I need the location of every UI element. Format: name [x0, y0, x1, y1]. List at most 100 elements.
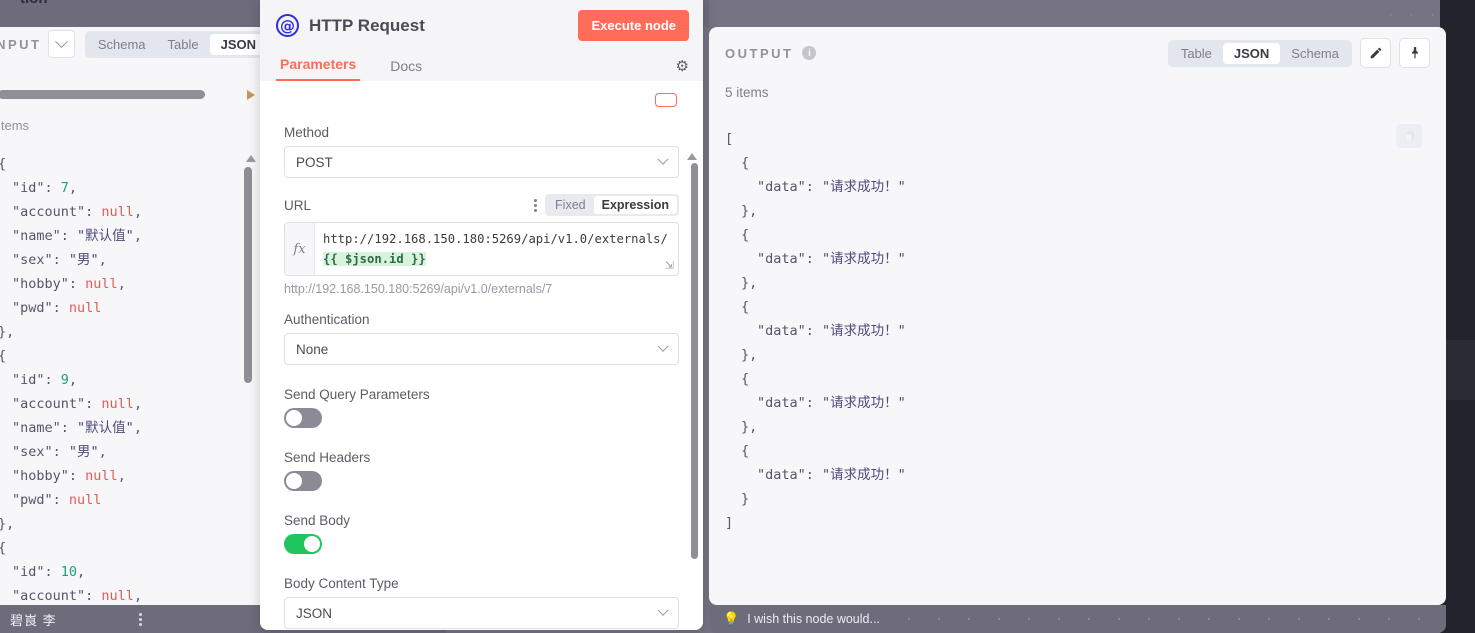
kebab-menu-icon[interactable]: [138, 612, 142, 626]
tab-output-json[interactable]: JSON: [1222, 42, 1281, 64]
pin-output-button[interactable]: [1399, 38, 1430, 68]
input-vertical-scrollbar[interactable]: [244, 167, 252, 383]
json-token: },: [741, 419, 758, 435]
parameters-scroll-up-arrow[interactable]: [687, 153, 697, 160]
json-line: {: [725, 151, 1415, 175]
parameters-scrollbar[interactable]: [691, 163, 698, 559]
json-line: {: [725, 223, 1415, 247]
json-token: "data": [757, 323, 806, 339]
json-token: :: [805, 323, 823, 339]
json-token: ,: [133, 420, 142, 436]
input-horizontal-scrollbar[interactable]: [0, 90, 248, 99]
json-token: {: [0, 540, 6, 556]
fx-icon: fx: [285, 223, 315, 275]
json-token: ,: [77, 564, 86, 580]
url-label-row: URL Fixed Expression: [284, 194, 679, 216]
footer-user-name: 碧崀 李: [10, 612, 57, 628]
ndv-tab-bar: Parameters Docs ⚙: [260, 51, 703, 81]
send-body-toggle[interactable]: [284, 534, 322, 554]
json-token: "请求成功！": [822, 323, 906, 339]
import-curl-button[interactable]: [655, 93, 677, 107]
json-line: "id": 9,: [0, 368, 243, 392]
json-token: ,: [68, 372, 78, 388]
json-token: "请求成功！": [822, 179, 906, 195]
url-resolved-preview: http://192.168.150.180:5269/api/v1.0/ext…: [284, 282, 553, 296]
url-expression-editor[interactable]: fx http://192.168.150.180:5269/api/v1.0/…: [284, 222, 679, 276]
tab-input-table[interactable]: Table: [157, 34, 210, 55]
url-expression-text[interactable]: http://192.168.150.180:5269/api/v1.0/ext…: [315, 223, 678, 275]
method-label: Method: [284, 125, 330, 140]
url-mode-expression[interactable]: Expression: [593, 196, 677, 214]
tab-parameters[interactable]: Parameters: [276, 56, 361, 81]
authentication-select[interactable]: None: [284, 333, 679, 365]
json-token: null: [101, 396, 134, 412]
url-mode-toggle[interactable]: Fixed Expression: [545, 194, 679, 216]
json-line: {: [725, 439, 1415, 463]
node-detail-view: @ HTTP Request Execute node Parameters D…: [260, 0, 703, 630]
input-scroll-up-arrow[interactable]: [246, 155, 256, 162]
json-token: },: [0, 516, 15, 532]
json-token: "sex": [12, 252, 53, 268]
send-headers-label: Send Headers: [284, 450, 371, 465]
url-expression-highlight: {{ $json.id }}: [323, 252, 426, 266]
json-token: [: [725, 131, 734, 147]
json-line: ]: [725, 511, 1415, 535]
json-token: "pwd": [12, 492, 53, 508]
gear-icon[interactable]: ⚙: [676, 57, 689, 75]
json-token: "请求成功！": [822, 467, 906, 483]
json-token: },: [0, 324, 15, 340]
body-content-type-value: JSON: [296, 605, 333, 621]
send-body-label: Send Body: [284, 513, 351, 528]
url-options-icon[interactable]: [534, 198, 538, 212]
json-token: null: [68, 300, 102, 316]
json-token: {: [0, 348, 6, 364]
json-token: "pwd": [12, 300, 53, 316]
json-token: null: [101, 588, 134, 604]
send-query-parameters-toggle[interactable]: [284, 408, 322, 428]
node-feedback-bar[interactable]: 💡 I wish this node would...: [709, 605, 1446, 633]
info-icon[interactable]: i: [802, 46, 817, 60]
url-mode-fixed[interactable]: Fixed: [547, 196, 594, 214]
tab-output-table[interactable]: Table: [1170, 43, 1223, 64]
body-content-type-select[interactable]: JSON: [284, 597, 679, 629]
tab-input-schema[interactable]: Schema: [87, 34, 157, 55]
input-expand-arrow[interactable]: [247, 90, 259, 100]
json-token: "account": [12, 588, 86, 604]
tab-docs[interactable]: Docs: [386, 58, 426, 81]
json-token: ,: [133, 228, 142, 244]
input-panel-header: INPUT Schema Table JSON: [0, 27, 269, 61]
json-line: "data": "请求成功！": [725, 391, 1415, 415]
node-feedback-text: I wish this node would...: [747, 612, 880, 626]
json-token: :: [44, 180, 61, 196]
execute-node-button[interactable]: Execute node: [578, 10, 689, 41]
input-hscroll-thumb[interactable]: [0, 90, 205, 99]
method-select[interactable]: POST: [284, 146, 679, 178]
json-token: "sex": [12, 444, 53, 460]
copy-icon[interactable]: [1396, 124, 1422, 148]
edit-output-button[interactable]: [1360, 38, 1391, 68]
json-token: }: [741, 491, 750, 507]
node-title: HTTP Request: [309, 15, 425, 35]
json-line: "sex": "男",: [0, 440, 243, 464]
json-token: "默认值": [77, 228, 134, 244]
output-panel-title: OUTPUT: [725, 45, 794, 61]
json-line: },: [725, 199, 1415, 223]
output-panel-header: OUTPUT i Table JSON Schema: [709, 27, 1446, 79]
json-token: "id": [12, 372, 45, 388]
output-view-tabs[interactable]: Table JSON Schema: [1167, 39, 1352, 67]
tab-output-schema[interactable]: Schema: [1280, 43, 1350, 64]
json-token: {: [0, 156, 6, 172]
send-headers-toggle[interactable]: [284, 471, 322, 491]
json-token: 9: [60, 372, 69, 388]
output-actions: Table JSON Schema: [1167, 38, 1430, 68]
json-token: },: [741, 347, 758, 363]
json-token: ,: [133, 204, 143, 220]
input-source-select[interactable]: [47, 30, 75, 58]
parameters-body: Method POST URL Fixed Expression fx http…: [260, 81, 703, 630]
json-token: ,: [117, 276, 126, 292]
input-view-tabs[interactable]: Schema Table JSON: [84, 30, 269, 58]
resize-handle-icon[interactable]: ⇲: [665, 259, 674, 272]
json-line: {: [0, 152, 243, 176]
json-token: :: [44, 564, 61, 580]
tab-input-json[interactable]: JSON: [209, 33, 267, 55]
